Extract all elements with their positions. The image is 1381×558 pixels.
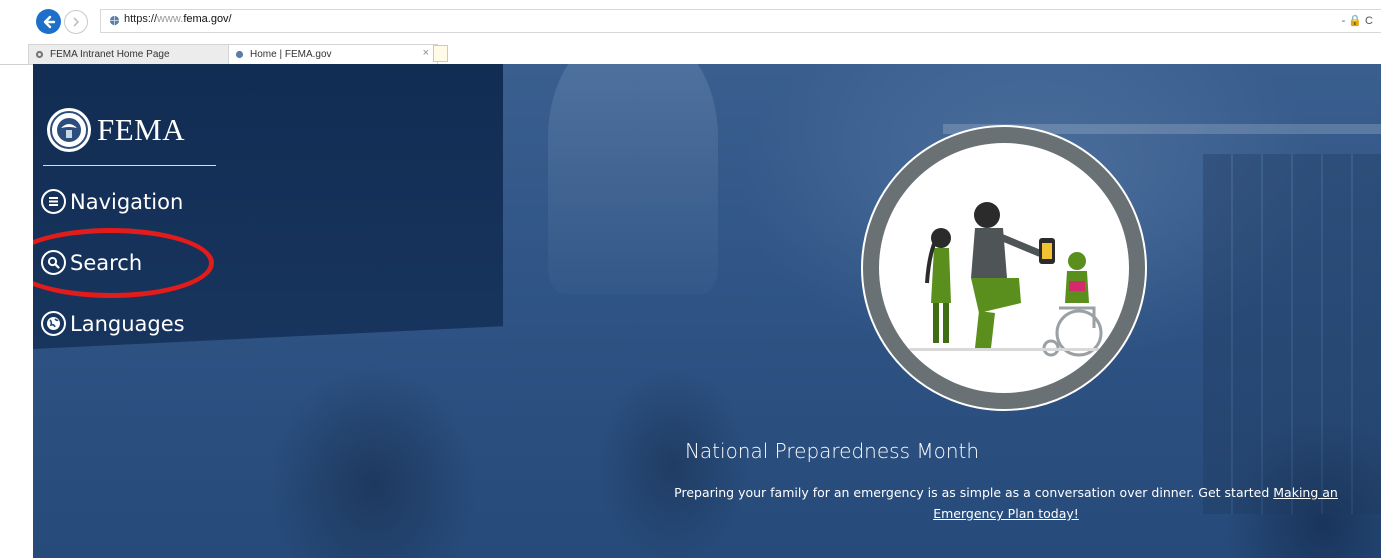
tab-bar: FEMA Intranet Home Page Home | FEMA.gov … xyxy=(0,42,1381,65)
header-divider xyxy=(43,165,216,166)
languages-label: Languages xyxy=(70,311,185,336)
preparedness-illustration xyxy=(861,125,1147,411)
illustration-inner xyxy=(879,143,1129,393)
globe-icon xyxy=(109,15,120,26)
url-controls[interactable]: - 🔒 C xyxy=(1342,14,1373,27)
url-protocol: https:// xyxy=(124,13,158,25)
url-domain: fema.gov/ xyxy=(183,13,232,25)
feature-description: Preparing your family for an emergency i… xyxy=(656,482,1356,524)
new-tab-button[interactable] xyxy=(433,45,448,62)
forward-arrow-icon xyxy=(73,17,80,27)
url-host: www. xyxy=(157,13,184,25)
dhs-seal-icon xyxy=(47,108,91,152)
logo-text: FEMA xyxy=(97,112,186,147)
tab-label: Home | FEMA.gov xyxy=(250,49,332,60)
gear-favicon-icon xyxy=(35,50,44,59)
navigation-menu-button[interactable]: Navigation xyxy=(41,189,183,214)
feature-title: National Preparedness Month xyxy=(684,439,980,463)
languages-button[interactable]: Languages xyxy=(41,311,185,336)
tab-fema-intranet[interactable]: FEMA Intranet Home Page xyxy=(28,44,232,65)
menu-icon xyxy=(41,189,66,214)
url-field[interactable]: https://www.fema.gov/ - 🔒 C xyxy=(100,9,1381,33)
tab-close-button[interactable]: × xyxy=(423,47,429,59)
family-illustration-icon xyxy=(909,202,1103,357)
background-photo-lamp xyxy=(548,64,718,294)
feature-body-text: Preparing your family for an emergency i… xyxy=(674,485,1274,500)
globe-favicon-icon xyxy=(235,50,244,59)
url-text: https://www.fema.gov/ xyxy=(124,13,232,25)
fema-logo[interactable]: FEMA xyxy=(47,108,185,152)
back-button[interactable] xyxy=(36,9,61,34)
back-arrow-icon xyxy=(43,15,55,28)
navigation-label: Navigation xyxy=(70,189,184,214)
forward-button[interactable] xyxy=(64,10,88,34)
tab-label: FEMA Intranet Home Page xyxy=(50,49,170,60)
hero-section: FEMA Navigation Search Languages Nationa… xyxy=(33,64,1381,558)
globe-icon xyxy=(41,311,66,336)
tab-home-fema[interactable]: Home | FEMA.gov × xyxy=(228,44,438,64)
browser-address-bar: https://www.fema.gov/ - 🔒 C xyxy=(0,0,1381,42)
